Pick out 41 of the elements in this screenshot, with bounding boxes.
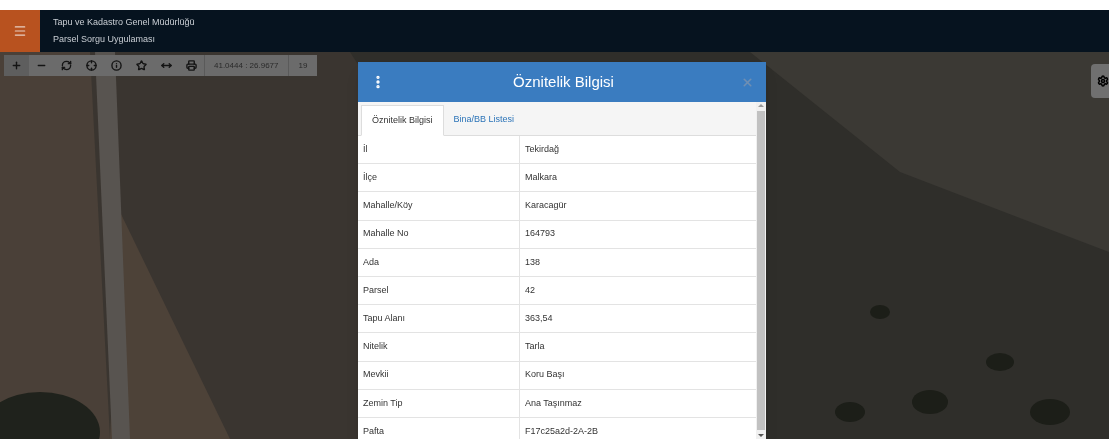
plus-icon (11, 60, 22, 71)
table-cell: Mevkii (358, 361, 520, 389)
table-cell-text: 363,54 (524, 311, 554, 325)
table-cell: İlçe (358, 164, 520, 192)
menu-icon (13, 24, 27, 38)
table-cell-text: Ana Taşınmaz (524, 396, 583, 410)
print-icon (186, 60, 197, 71)
crosshair-icon (86, 60, 97, 71)
table-cell: İl (358, 136, 520, 164)
star-icon (136, 60, 147, 71)
table-cell-text: Karacagür (524, 199, 568, 213)
table-cell: Pafta (358, 417, 520, 439)
settings-button[interactable] (1091, 64, 1109, 98)
table-cell: Ada (358, 248, 520, 276)
dialog-title: Öznitelik Bilgisi (512, 71, 615, 92)
table-cell-text: Malkara (524, 171, 558, 185)
table-cell: Tapu Alanı (358, 305, 520, 333)
scrollbar[interactable] (756, 102, 766, 439)
dialog-tab[interactable]: Öznitelik Bilgisi (361, 105, 444, 136)
settings-icon (1097, 75, 1109, 87)
table-cell-text: 164793 (524, 227, 557, 241)
table-cell-text: 138 (524, 255, 542, 269)
table-cell-text: Tekirdağ (524, 142, 561, 156)
table-cell: Mahalle/Köy (358, 192, 520, 220)
horizontal-arrow-icon (161, 60, 172, 71)
table-cell-text: 42 (524, 283, 536, 297)
table-cell: Parsel (358, 276, 520, 305)
table-cell-text: Koru Başı (524, 368, 566, 382)
header-title: Tapu ve Kadastro Genel Müdürlüğü (53, 16, 195, 29)
table-cell: Mahalle No (358, 220, 520, 248)
menu-button[interactable] (0, 10, 40, 52)
refresh-icon (61, 60, 72, 71)
table-cell-text: Tarla (524, 340, 546, 354)
table-cell: Zemin Tip (358, 389, 520, 417)
coordinates-display: 41.0444 : 26.9677 (204, 55, 288, 76)
table-cell-text: F17c25a2d-2A-2B (524, 424, 600, 438)
table-cell: Nitelik (358, 333, 520, 361)
toolbar-button[interactable] (4, 55, 29, 76)
header-subtitle: Parsel Sorgu Uygulaması (53, 32, 157, 46)
dialog-tab[interactable]: Bina/BB Listesi (443, 104, 525, 135)
info-icon (111, 60, 122, 71)
